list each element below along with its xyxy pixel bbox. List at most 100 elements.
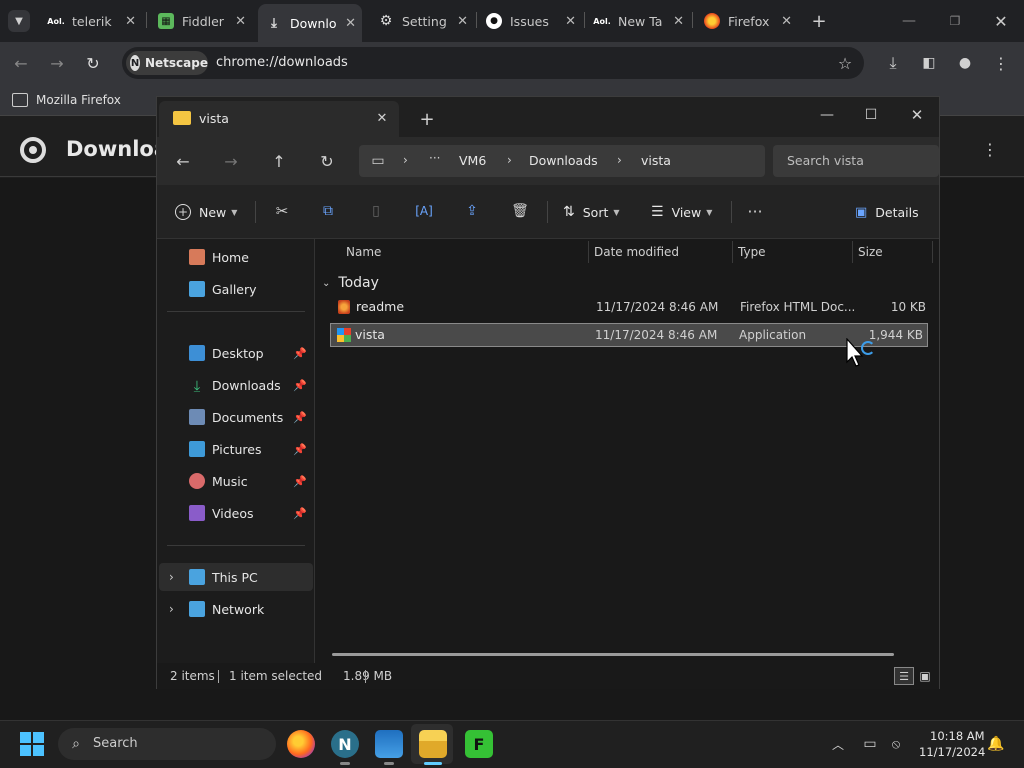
sidebar-item-music[interactable]: Music 📌 bbox=[157, 467, 313, 495]
bookmark-mozilla-firefox[interactable]: Mozilla Firefox bbox=[6, 88, 124, 112]
close-icon[interactable]: ✕ bbox=[373, 109, 391, 127]
more-locations-icon[interactable]: ··· bbox=[429, 151, 440, 165]
close-icon[interactable]: ✕ bbox=[565, 14, 576, 29]
details-button[interactable]: ▣ Details bbox=[855, 199, 929, 225]
horizontal-scrollbar[interactable] bbox=[332, 653, 894, 656]
sidebar-item-documents[interactable]: Documents 📌 bbox=[157, 403, 313, 431]
copy-icon[interactable]: ⧉ bbox=[317, 199, 339, 223]
close-icon[interactable]: ✕ bbox=[781, 14, 792, 29]
tab-new-tab[interactable]: Aol. New Ta ✕ bbox=[586, 6, 690, 36]
chevron-right-icon[interactable]: › bbox=[169, 570, 174, 584]
taskbar-netscape-icon[interactable]: N bbox=[331, 730, 359, 758]
address-bar[interactable]: N Netscape chrome://downloads ☆ bbox=[122, 47, 864, 79]
file-row-vista[interactable]: vista 11/17/2024 8:46 AM Application 1,9… bbox=[330, 323, 928, 347]
delete-icon[interactable]: 🗑 bbox=[509, 199, 531, 223]
taskbar-fiddler-icon[interactable]: F bbox=[465, 730, 493, 758]
sidebar-item-pictures[interactable]: Pictures 📌 bbox=[157, 435, 313, 463]
sort-button[interactable]: ⇅ Sort ▼ bbox=[563, 199, 629, 225]
breadcrumb-vista[interactable]: vista bbox=[641, 153, 671, 168]
new-tab-plus-icon[interactable]: + bbox=[417, 109, 437, 130]
tiles-view-icon[interactable]: ▣ bbox=[916, 667, 934, 685]
tab-settings[interactable]: ⚙ Setting ✕ bbox=[370, 6, 474, 36]
close-icon[interactable]: ✕ bbox=[235, 14, 246, 29]
details-view-icon[interactable]: ☰ bbox=[894, 667, 914, 685]
site-badge[interactable]: N Netscape bbox=[126, 51, 208, 75]
close-window-icon[interactable]: ✕ bbox=[988, 8, 1014, 34]
close-icon[interactable]: ✕ bbox=[457, 14, 468, 29]
column-header-date[interactable]: Date modified bbox=[588, 239, 732, 265]
taskbar-time[interactable]: 10:18 AM bbox=[930, 729, 985, 743]
network-status-icon[interactable]: ⦸ bbox=[886, 734, 906, 754]
bookmark-star-icon[interactable]: ☆ bbox=[834, 52, 856, 74]
divider bbox=[547, 201, 548, 223]
close-icon[interactable]: ✕ bbox=[125, 14, 136, 29]
group-header-today[interactable]: ⌄ Today bbox=[322, 271, 522, 295]
column-divider[interactable] bbox=[932, 241, 933, 263]
explorer-address-bar[interactable]: ▭ › ··· VM6 › Downloads › vista bbox=[359, 145, 765, 177]
rename-icon[interactable]: [A] bbox=[413, 199, 435, 223]
cut-icon[interactable]: ✂ bbox=[271, 199, 293, 223]
new-tab-plus-icon[interactable]: + bbox=[808, 10, 830, 32]
tab-issues[interactable]: ● Issues ✕ bbox=[478, 6, 582, 36]
tab-fiddler[interactable]: ▦ Fiddler ✕ bbox=[150, 6, 252, 36]
display-icon[interactable]: ▭ bbox=[860, 734, 880, 754]
pin-icon: 📌 bbox=[293, 378, 307, 392]
back-arrow-icon[interactable]: ← bbox=[171, 149, 195, 173]
breadcrumb-downloads[interactable]: Downloads bbox=[529, 153, 598, 168]
page-menu-icon[interactable]: ⋮ bbox=[980, 137, 1000, 161]
close-icon[interactable]: ✕ bbox=[345, 16, 356, 31]
taskbar-firefox-icon[interactable] bbox=[287, 730, 315, 758]
view-button[interactable]: ☰ View ▼ bbox=[651, 199, 719, 225]
sidebar-item-home[interactable]: Home bbox=[157, 243, 313, 271]
close-icon[interactable]: ✕ bbox=[673, 14, 684, 29]
column-header-size[interactable]: Size bbox=[852, 239, 932, 265]
sidebar-item-desktop[interactable]: Desktop 📌 bbox=[157, 339, 313, 367]
view-lines-icon: ☰ bbox=[651, 204, 664, 220]
column-header-type[interactable]: Type bbox=[732, 239, 852, 265]
more-options-icon[interactable]: ··· bbox=[743, 199, 767, 223]
sidebar-item-network[interactable]: › Network bbox=[157, 595, 313, 623]
tab-list-chevron-icon[interactable]: ▼ bbox=[8, 10, 30, 32]
url-text[interactable]: chrome://downloads bbox=[216, 55, 348, 70]
reload-icon[interactable]: ↻ bbox=[82, 52, 104, 74]
new-button[interactable]: + New ▼ bbox=[175, 199, 239, 225]
sidebar-item-downloads[interactable]: ⤓ Downloads 📌 bbox=[157, 371, 313, 399]
forward-arrow-icon[interactable]: → bbox=[46, 52, 68, 74]
tab-downloads[interactable]: ⤓ Downlo ✕ bbox=[258, 4, 362, 42]
minimize-icon[interactable]: — bbox=[815, 103, 839, 127]
browser-menu-icon[interactable]: ⋮ bbox=[990, 52, 1012, 74]
sidebar-item-gallery[interactable]: Gallery bbox=[157, 275, 313, 303]
taskbar-search-input[interactable]: ⌕ Search bbox=[58, 728, 276, 760]
minimize-icon[interactable]: — bbox=[896, 8, 922, 34]
refresh-icon[interactable]: ↻ bbox=[315, 149, 339, 173]
chevron-up-icon[interactable]: ︿ bbox=[828, 734, 848, 754]
maximize-icon[interactable]: ☐ bbox=[859, 103, 883, 127]
up-arrow-icon[interactable]: ↑ bbox=[267, 149, 291, 173]
download-icon: ⤓ bbox=[271, 15, 277, 31]
explorer-search-input[interactable]: Search vista bbox=[773, 145, 939, 177]
taskbar-photos-icon[interactable] bbox=[375, 730, 403, 758]
chevron-right-icon[interactable]: › bbox=[169, 602, 174, 616]
taskbar-date[interactable]: 11/17/2024 bbox=[919, 745, 985, 759]
profile-avatar-icon[interactable]: ● bbox=[954, 52, 976, 74]
forward-arrow-icon[interactable]: → bbox=[219, 149, 243, 173]
tab-telerik[interactable]: Aol. telerik ✕ bbox=[40, 6, 142, 36]
sidebar-item-videos[interactable]: Videos 📌 bbox=[157, 499, 313, 527]
side-panel-icon[interactable]: ◧ bbox=[918, 52, 940, 74]
explorer-tab-vista[interactable]: vista ✕ bbox=[159, 101, 399, 137]
file-row-readme[interactable]: readme 11/17/2024 8:46 AM Firefox HTML D… bbox=[330, 295, 930, 319]
breadcrumb-vm6[interactable]: VM6 bbox=[459, 153, 486, 168]
folder-icon bbox=[173, 111, 191, 125]
paste-icon[interactable]: ▯ bbox=[365, 199, 387, 223]
column-header-name[interactable]: Name bbox=[340, 239, 588, 265]
back-arrow-icon[interactable]: ← bbox=[10, 52, 32, 74]
download-toolbar-icon[interactable]: ⤓ bbox=[882, 52, 904, 74]
close-window-icon[interactable]: ✕ bbox=[905, 103, 929, 127]
share-icon[interactable]: ⇪ bbox=[461, 199, 483, 223]
sidebar-item-this-pc[interactable]: › This PC bbox=[159, 563, 313, 591]
tab-firefox[interactable]: Firefox ✕ bbox=[696, 6, 798, 36]
notification-bell-icon[interactable]: 🔔 bbox=[986, 734, 1006, 754]
windows-start-icon[interactable] bbox=[20, 732, 44, 756]
taskbar-file-explorer-icon[interactable] bbox=[419, 730, 447, 758]
restore-icon[interactable]: ❐ bbox=[942, 8, 968, 34]
